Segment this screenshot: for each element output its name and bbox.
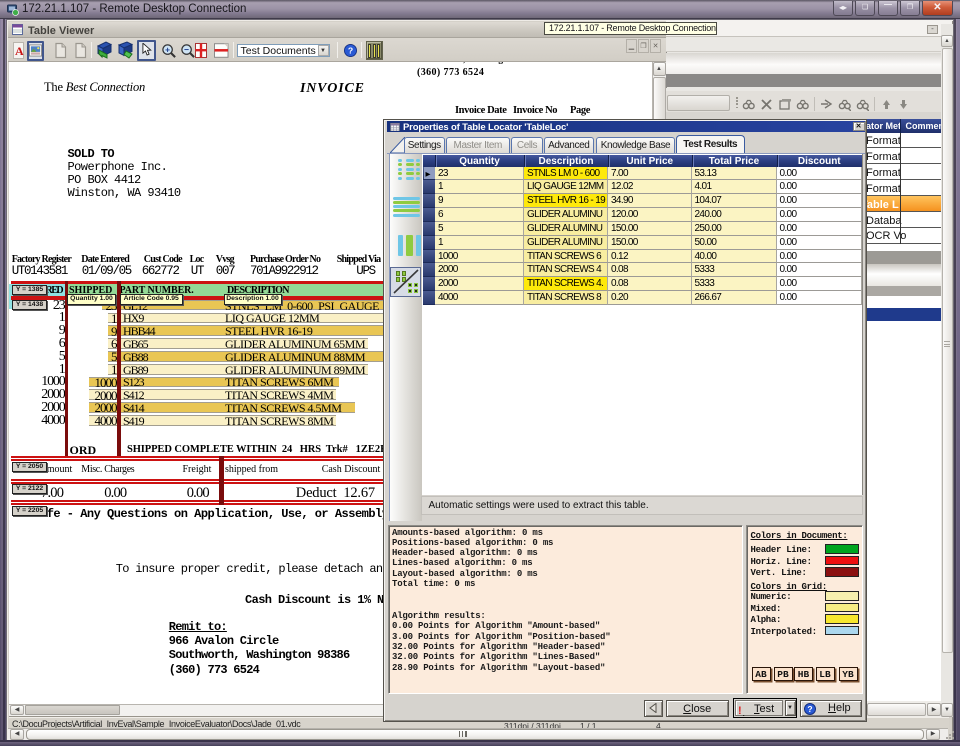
svg-text:?: ? — [807, 704, 812, 714]
